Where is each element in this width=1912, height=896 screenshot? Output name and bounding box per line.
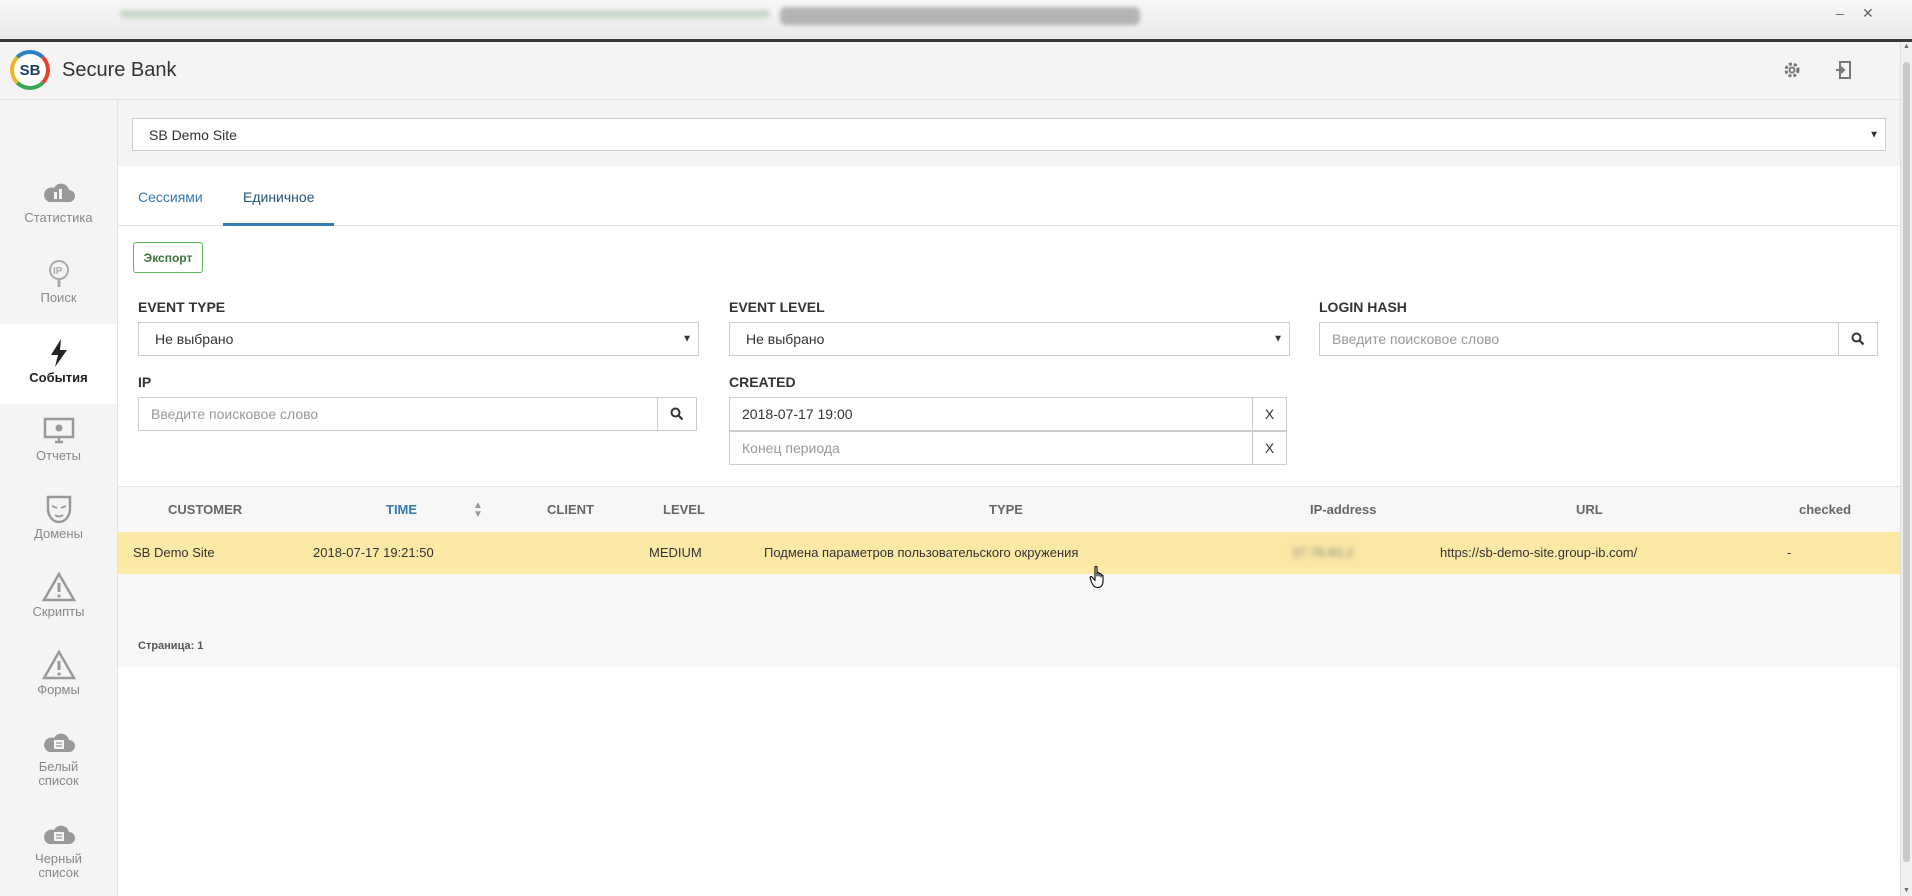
close-icon[interactable]: ✕ [1862,5,1874,22]
hand-cursor-icon [1089,565,1104,589]
sidebar-item-label: Отчеты [36,448,81,463]
pager: Страница: 1 [138,640,204,652]
table-header: CUSTOMER TIME ▲ ▼ CLIENT LEVEL TYPE IP-ad… [118,486,1900,533]
ip-input[interactable]: Введите поисковое слово [138,397,658,431]
event-type-label: EVENT TYPE [138,299,226,315]
sidebar-item-statistics[interactable]: Статистика [0,178,117,225]
cloud-list-icon [43,825,75,844]
created-start-clear-button[interactable]: X [1252,397,1287,431]
cell-time: 2018-07-17 19:21:50 [313,545,434,560]
sidebar-item-blacklist[interactable]: Черный список [0,820,117,880]
sidebar-item-events[interactable]: События [0,324,117,404]
tab-bar: Сессиями Единичное [118,166,1900,226]
created-start-input[interactable]: 2018-07-17 19:00 [729,397,1253,431]
event-level-value: Не выбрано [746,331,825,347]
cloud-chart-icon [43,183,75,202]
cell-type: Подмена параметров пользовательского окр… [764,545,1079,560]
cell-url[interactable]: https://sb-demo-site.group-ib.com/ [1440,532,1637,574]
events-table: CUSTOMER TIME ▲ ▼ CLIENT LEVEL TYPE IP-ad… [118,486,1900,667]
logout-icon[interactable] [1832,58,1856,82]
col-level[interactable]: LEVEL [663,487,705,533]
export-button[interactable]: Экспорт [133,242,203,273]
sidebar-item-label: Домены [34,526,83,541]
logo-text: SB [19,61,41,79]
sidebar-item-label: Статистика [24,210,93,225]
event-type-select[interactable]: Не выбрано ▼ [138,322,699,356]
sidebar-item-domains[interactable]: Домены [0,494,117,541]
sidebar-item-label: Поиск [40,290,77,305]
sidebar-item-label: События [29,370,88,385]
col-client[interactable]: CLIENT [547,487,594,533]
browser-toolbar: – ✕ [0,0,1912,42]
logo: SB [10,50,50,90]
sidebar-item-scripts[interactable]: Скрипты [0,572,117,619]
created-end-clear-button[interactable]: X [1252,431,1287,465]
vertical-scrollbar[interactable]: ▲ ▼ [1900,42,1912,896]
col-checked[interactable]: checked [1799,487,1851,533]
site-bar: SB Demo Site ▼ [118,100,1900,166]
main-content: SB Demo Site ▼ Сессиями Единичное Экспор… [118,100,1900,896]
app-header: SB Secure Bank [0,42,1900,100]
minimize-icon[interactable]: – [1836,5,1844,21]
event-level-label: EVENT LEVEL [729,299,825,315]
chevron-down-icon: ▼ [1273,333,1283,345]
search-icon [670,407,684,421]
scroll-up-icon[interactable]: ▲ [1901,42,1912,52]
cell-checked: - [1787,545,1792,560]
ip-search-icon: IP [48,260,69,287]
created-label: CREATED [729,374,796,390]
login-hash-label: LOGIN HASH [1319,299,1407,315]
monitor-bug-icon [43,417,74,444]
scroll-down-icon[interactable]: ▼ [1901,886,1912,896]
col-time[interactable]: TIME [386,487,417,533]
ip-label: IP [138,374,152,390]
svg-text:IP: IP [53,266,63,277]
event-type-value: Не выбрано [155,331,234,347]
sidebar: Статистика IP Поиск События Отчеты Домен… [0,100,118,896]
address-bar-blurred [120,10,770,18]
table-row[interactable]: SB Demo Site 2018-07-17 19:21:50 MEDIUM … [118,532,1900,574]
ip-search-button[interactable] [657,397,697,431]
login-hash-search-button[interactable] [1838,322,1878,356]
sidebar-item-label: Черный список [35,851,82,880]
event-level-select[interactable]: Не выбрано ▼ [729,322,1290,356]
sidebar-item-search[interactable]: IP Поиск [0,258,117,305]
sidebar-item-label: Формы [37,682,80,697]
cloud-list-icon [43,733,75,752]
sort-icon[interactable]: ▲ ▼ [473,501,483,520]
login-hash-input[interactable]: Введите поисковое слово [1319,322,1839,356]
tab-single[interactable]: Единичное [223,166,334,226]
col-type[interactable]: TYPE [989,487,1023,533]
col-ip-address[interactable]: IP-address [1310,487,1376,533]
cell-level: MEDIUM [649,545,702,560]
app-title: Secure Bank [62,59,177,81]
site-select[interactable]: SB Demo Site ▼ [132,118,1886,151]
warning-icon [41,572,76,602]
sidebar-item-label: Белый список [38,759,79,788]
scroll-thumb[interactable] [1903,62,1910,862]
site-select-value: SB Demo Site [149,126,237,143]
warning-icon [41,650,76,680]
chevron-down-icon: ▼ [1869,129,1879,140]
sidebar-item-forms[interactable]: Формы [0,650,117,697]
sidebar-item-reports[interactable]: Отчеты [0,416,117,463]
col-url[interactable]: URL [1576,487,1603,533]
col-customer[interactable]: CUSTOMER [168,487,242,533]
gear-icon[interactable] [1780,58,1804,82]
search-icon [1851,332,1865,346]
tab-sessions[interactable]: Сессиями [118,166,223,226]
sidebar-item-label: Скрипты [32,604,85,619]
created-end-input[interactable]: Конец периода [729,431,1253,465]
lightning-icon [50,339,67,367]
sidebar-item-whitelist[interactable]: Белый список [0,728,117,788]
chevron-down-icon: ▼ [682,333,692,345]
mask-icon [46,495,71,524]
cell-customer: SB Demo Site [133,545,215,560]
cell-ip-address: 37.78.83.2 [1292,545,1354,560]
blurred-watermark [780,7,1140,25]
